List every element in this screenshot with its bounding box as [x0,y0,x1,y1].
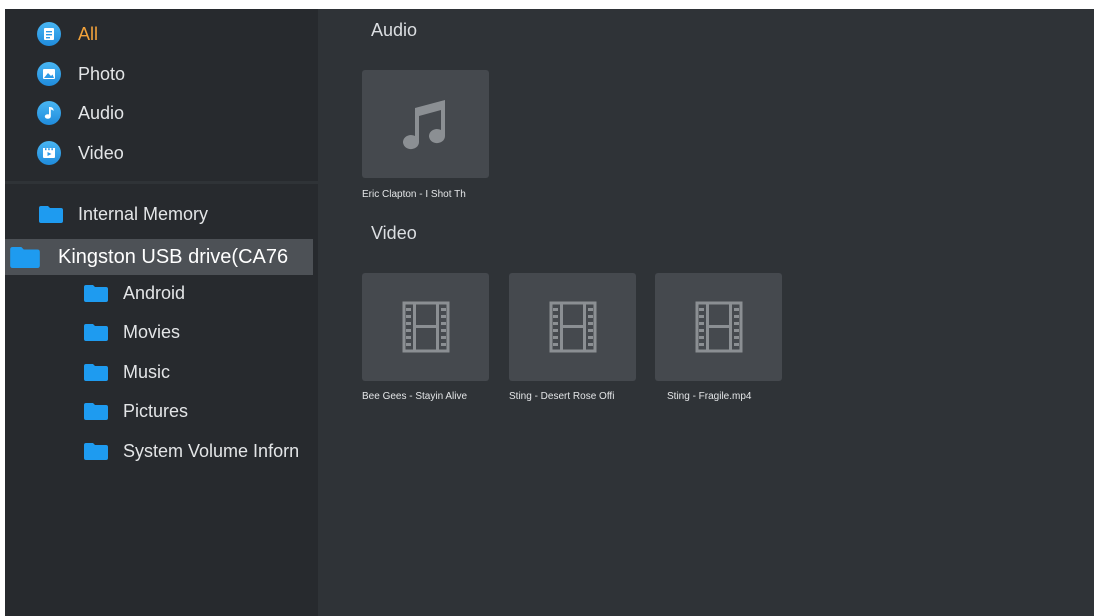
usb-drive-label: Kingston USB drive(CA76 [58,245,289,268]
image-icon [37,62,61,86]
film-icon [695,301,742,353]
category-video[interactable]: Video [37,138,124,168]
category-all[interactable]: All [37,19,98,49]
video-file-tile[interactable] [655,273,782,381]
video-file-caption: Sting - Desert Rose Offi [509,391,615,402]
folder-label: System Volume Inforn [123,440,300,461]
folder-icon [84,323,108,341]
audio-file-caption: Eric Clapton - I Shot Th [362,189,466,200]
audio-section-title: Audio [371,20,418,40]
folder-item-music[interactable]: Music [84,355,170,389]
folder-item-android[interactable]: Android [84,276,185,310]
document-icon [37,22,61,46]
folder-icon [39,205,63,223]
internal-memory-label: Internal Memory [78,203,209,224]
video-file-caption: Sting - Fragile.mp4 [667,391,752,402]
category-all-label: All [78,23,99,44]
film-icon [549,301,596,353]
folder-item-system-volume[interactable]: System Volume Inforn [84,434,318,468]
folder-icon [84,442,108,460]
video-icon [37,141,61,165]
folder-icon [84,284,108,302]
folder-icon [84,402,108,420]
category-audio-label: Audio [78,102,125,123]
film-icon [402,301,449,353]
file-manager-screen: All Photo Audio Video Internal Memory Ki… [5,9,1094,616]
video-file-tile[interactable] [509,273,636,381]
folder-label: Android [123,282,186,303]
usb-drive-item[interactable]: Kingston USB drive(CA76 [5,239,313,275]
audio-file-tile[interactable] [362,70,489,178]
folder-item-pictures[interactable]: Pictures [84,394,188,428]
video-section-title: Video [371,223,417,243]
folder-label: Music [123,361,171,382]
folder-label: Pictures [123,400,189,421]
category-audio[interactable]: Audio [37,98,124,128]
sidebar-divider [5,181,318,184]
video-file-caption: Bee Gees - Stayin Alive [362,391,468,402]
video-file-tile[interactable] [362,273,489,381]
category-photo[interactable]: Photo [37,59,125,89]
folder-label: Movies [123,321,181,342]
sidebar: All Photo Audio Video Internal Memory Ki… [5,9,318,616]
internal-memory-item[interactable]: Internal Memory [39,197,208,231]
music-note-icon [402,100,445,150]
category-video-label: Video [78,142,124,163]
folder-item-movies[interactable]: Movies [84,315,180,349]
category-photo-label: Photo [78,63,126,84]
folder-icon [10,246,40,268]
folder-icon [84,363,108,381]
music-note-icon [37,101,61,125]
